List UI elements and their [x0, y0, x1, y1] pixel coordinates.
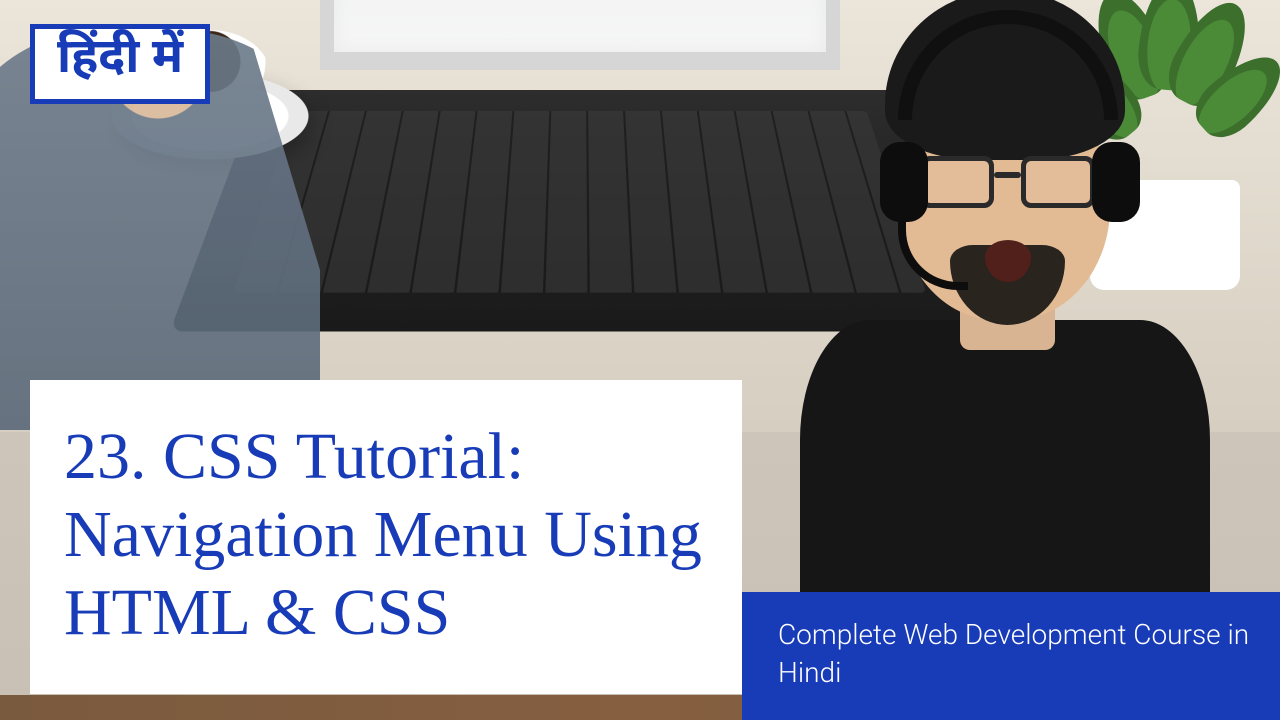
- course-subtitle-bar: Complete Web Development Course in Hindi: [742, 592, 1280, 720]
- language-badge: हिंदी में: [30, 24, 210, 104]
- language-badge-text: हिंदी में: [57, 29, 183, 92]
- thumbnail-background: हिंदी में 23. CSS Tutorial: Navigation M…: [0, 0, 1280, 720]
- course-subtitle-text: Complete Web Development Course in Hindi: [778, 616, 1250, 692]
- video-title: 23. CSS Tutorial: Navigation Menu Using …: [64, 418, 708, 652]
- laptop-screen: [320, 0, 840, 70]
- microphone-icon: [898, 220, 968, 290]
- title-card: 23. CSS Tutorial: Navigation Menu Using …: [30, 380, 742, 694]
